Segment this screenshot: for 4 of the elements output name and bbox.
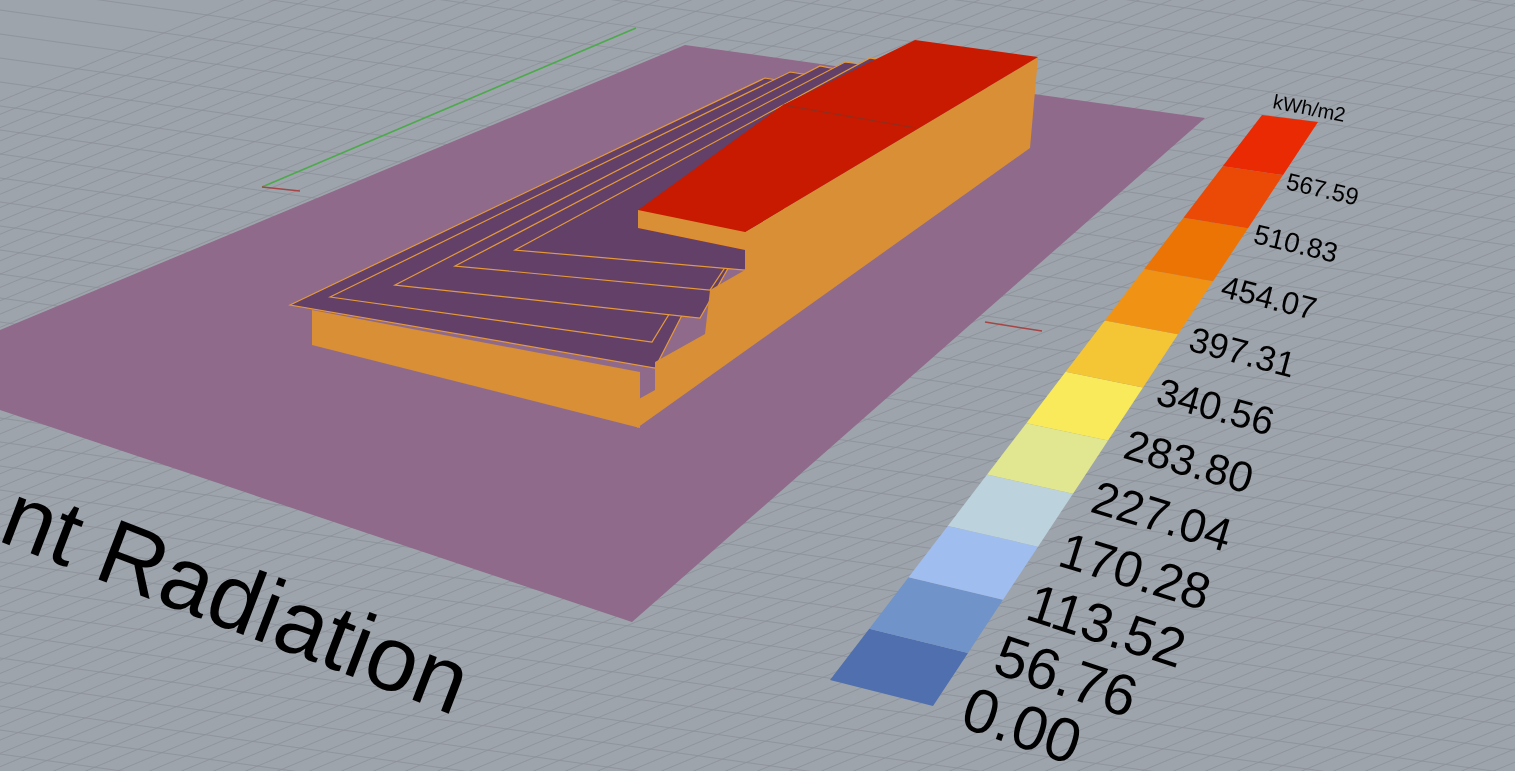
legend-unit: kWh/m2: [1271, 90, 1348, 126]
axis-line: [984, 321, 1043, 332]
legend-value: 510.83: [1250, 218, 1341, 269]
legend-value: 567.59: [1283, 167, 1362, 211]
